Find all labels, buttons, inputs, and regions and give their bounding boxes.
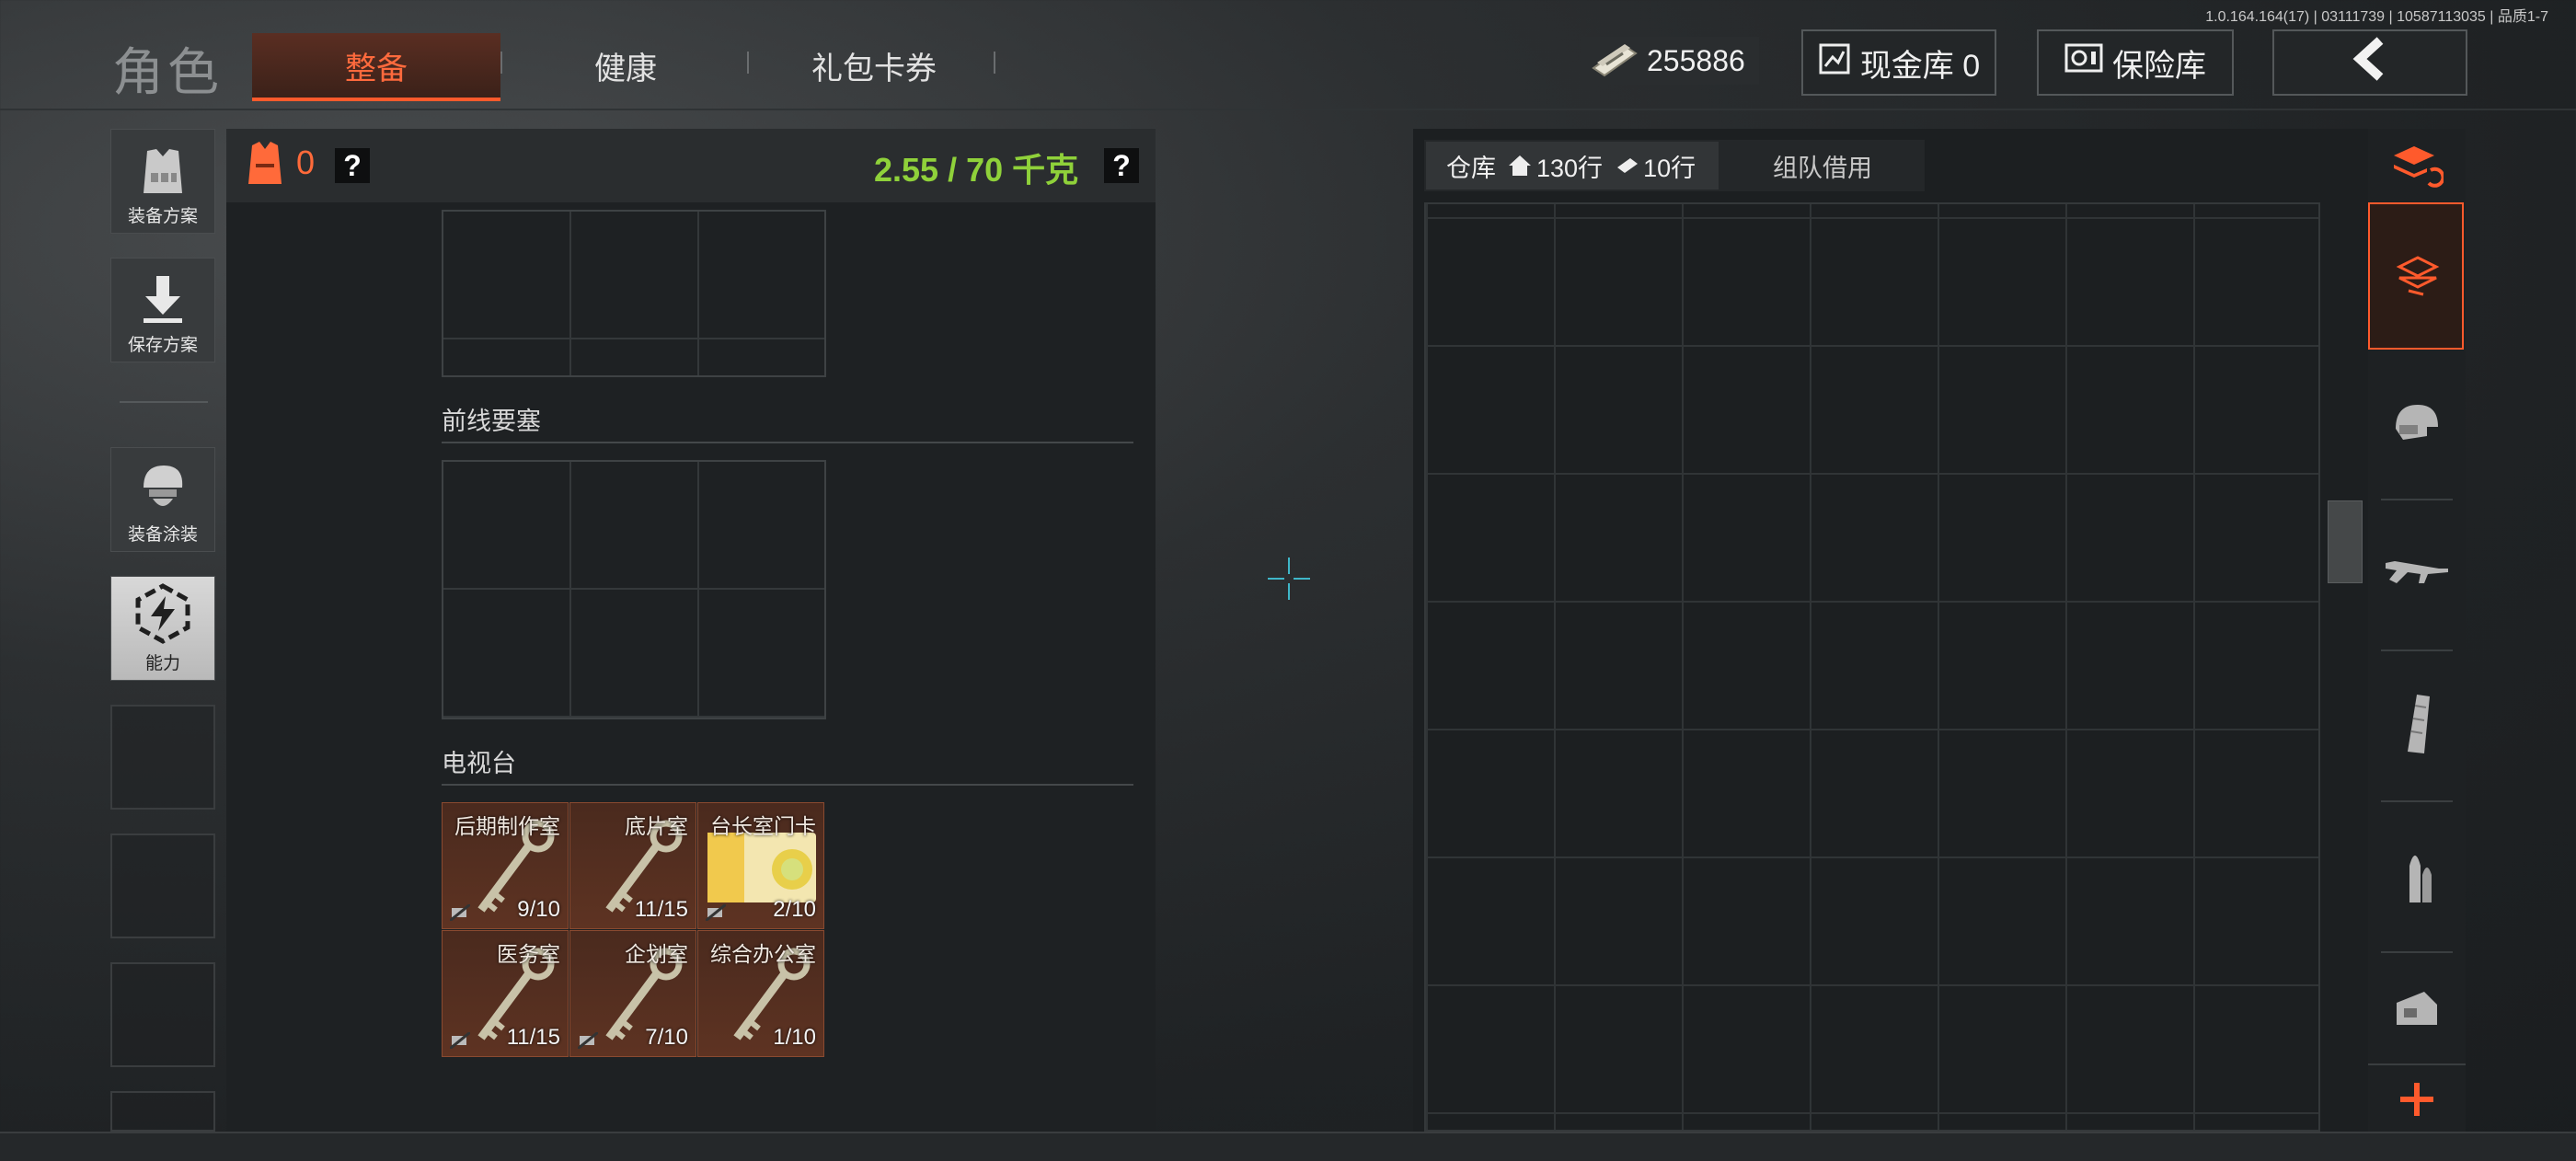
key-item[interactable]: 后期制作室 9/10 <box>442 802 569 929</box>
key-grid-tv-station: 后期制作室 9/10 底片室 11/15 台长室门卡 2/10 医务室 11/1… <box>442 802 826 1060</box>
weight-value: 2.55 / 70 千克 <box>874 151 1079 189</box>
page-title: 角色 <box>112 43 223 101</box>
helmet-icon <box>144 466 183 506</box>
crosshair-icon <box>1266 556 1312 606</box>
tab-warehouse[interactable]: 仓库 130行 10行 <box>1426 142 1719 190</box>
back-button[interactable] <box>2272 29 2467 96</box>
money-value: 255886 <box>1647 43 1745 77</box>
sidebar-item-label: 保存方案 <box>127 336 198 355</box>
sidebar-item-label: 装备涂装 <box>127 525 198 545</box>
vest-icon <box>144 149 182 193</box>
key-durability: 11/15 <box>506 1025 560 1050</box>
cash-vault-label: 现金库 0 <box>1859 48 1981 84</box>
cash-icon <box>1588 40 1639 82</box>
key-durability: 1/10 <box>773 1025 816 1050</box>
empty-slot[interactable] <box>110 705 215 810</box>
sidebar-divider <box>120 401 208 403</box>
sidebar-item-label: 能力 <box>144 654 180 673</box>
section-title-frontline: 前线要塞 <box>442 408 541 435</box>
vault-icon <box>1818 42 1851 84</box>
armor-count: 0 <box>296 144 316 181</box>
key-name: 底片室 <box>625 814 688 838</box>
warehouse-extra-rows: 10行 <box>1643 154 1696 182</box>
category-ammo-button[interactable] <box>2368 802 2466 949</box>
safe-icon <box>2064 43 2103 83</box>
home-icon <box>1509 155 1531 176</box>
key-item[interactable]: 底片室 11/15 <box>569 802 696 929</box>
keycard-icon <box>707 833 816 902</box>
equipment-skin-button[interactable]: 装备涂装 <box>110 447 215 552</box>
helmet-icon <box>2396 405 2438 440</box>
key-durability: 11/15 <box>634 897 688 922</box>
key-grid-top[interactable] <box>442 210 826 377</box>
category-weapon-button[interactable] <box>2368 500 2466 648</box>
add-icon <box>2400 1083 2433 1116</box>
warehouse-tab-label: 仓库 <box>1446 154 1496 182</box>
key-grid-frontline[interactable] <box>442 460 826 719</box>
category-all-button[interactable] <box>2368 202 2464 350</box>
bottom-strip <box>0 1132 2576 1161</box>
no-use-icon <box>450 904 470 921</box>
key-item[interactable]: 台长室门卡 2/10 <box>697 802 824 929</box>
download-icon <box>144 276 182 323</box>
loadout-plan-button[interactable]: 装备方案 <box>110 129 215 234</box>
help-button[interactable]: ? <box>335 148 370 183</box>
warehouse-scrollbar[interactable] <box>2328 500 2363 583</box>
key-name: 台长室门卡 <box>710 814 816 838</box>
weight-help-button[interactable]: ? <box>1104 148 1139 183</box>
chevron-left-icon <box>2347 36 2393 89</box>
scope-icon <box>2397 992 2437 1025</box>
ticket-icon <box>1617 158 1639 173</box>
no-use-icon <box>706 904 726 921</box>
tab-health[interactable]: 健康 <box>515 33 736 98</box>
sort-refresh-button[interactable] <box>2368 129 2466 202</box>
no-use-icon <box>578 1032 598 1049</box>
empty-slot[interactable] <box>110 833 215 938</box>
key-name: 综合办公室 <box>710 942 816 966</box>
tab-loadout[interactable]: 整备 <box>252 33 500 101</box>
warehouse-grid[interactable] <box>1424 202 2320 1132</box>
tab-divider <box>747 52 749 74</box>
tab-team-borrow[interactable]: 组队借用 <box>1722 142 1923 190</box>
ability-icon <box>135 583 190 644</box>
safe-vault-button[interactable]: 保险库 <box>2037 29 2234 96</box>
section-divider <box>442 442 1133 443</box>
category-helmet-button[interactable] <box>2368 350 2466 497</box>
tab-gift-cards[interactable]: 礼包卡券 <box>754 33 994 98</box>
key-item[interactable]: 医务室 11/15 <box>442 930 569 1057</box>
stack-refresh-icon <box>2394 146 2444 188</box>
category-magazine-button[interactable] <box>2368 651 2466 799</box>
safe-vault-label: 保险库 <box>2112 48 2206 84</box>
section-divider <box>442 784 1133 786</box>
key-durability: 7/10 <box>645 1025 688 1050</box>
empty-slot[interactable] <box>110 1091 215 1132</box>
key-item[interactable]: 综合办公室 1/10 <box>697 930 824 1057</box>
section-title-tv-station: 电视台 <box>442 750 516 777</box>
add-category-button[interactable] <box>2368 1063 2466 1133</box>
armor-vest-icon <box>245 140 285 192</box>
key-item[interactable]: 企划室 7/10 <box>569 930 696 1057</box>
cash-vault-button[interactable]: 现金库 0 <box>1801 29 1996 96</box>
save-plan-button[interactable]: 保存方案 <box>110 258 215 362</box>
key-durability: 9/10 <box>517 897 560 922</box>
sidebar-item-label: 装备方案 <box>127 207 198 226</box>
key-name: 医务室 <box>497 942 560 966</box>
magazine-icon <box>2408 695 2430 753</box>
key-name: 企划室 <box>625 942 688 966</box>
category-attachment-button[interactable] <box>2368 953 2466 1063</box>
rifle-icon <box>2386 561 2448 583</box>
tab-divider <box>500 52 502 74</box>
money-display: 255886 <box>1581 37 1759 85</box>
all-items-icon <box>2396 256 2440 296</box>
empty-slot[interactable] <box>110 962 215 1067</box>
version-text: 1.0.164.164(17) | 03111739 | 10587113035… <box>2205 9 2548 25</box>
key-durability: 2/10 <box>773 897 816 922</box>
no-use-icon <box>450 1032 470 1049</box>
tab-divider <box>994 52 995 74</box>
key-name: 后期制作室 <box>454 814 560 838</box>
ability-button[interactable]: 能力 <box>110 576 215 681</box>
warehouse-rows: 130行 <box>1536 154 1604 182</box>
ammo-icon <box>2409 856 2432 902</box>
